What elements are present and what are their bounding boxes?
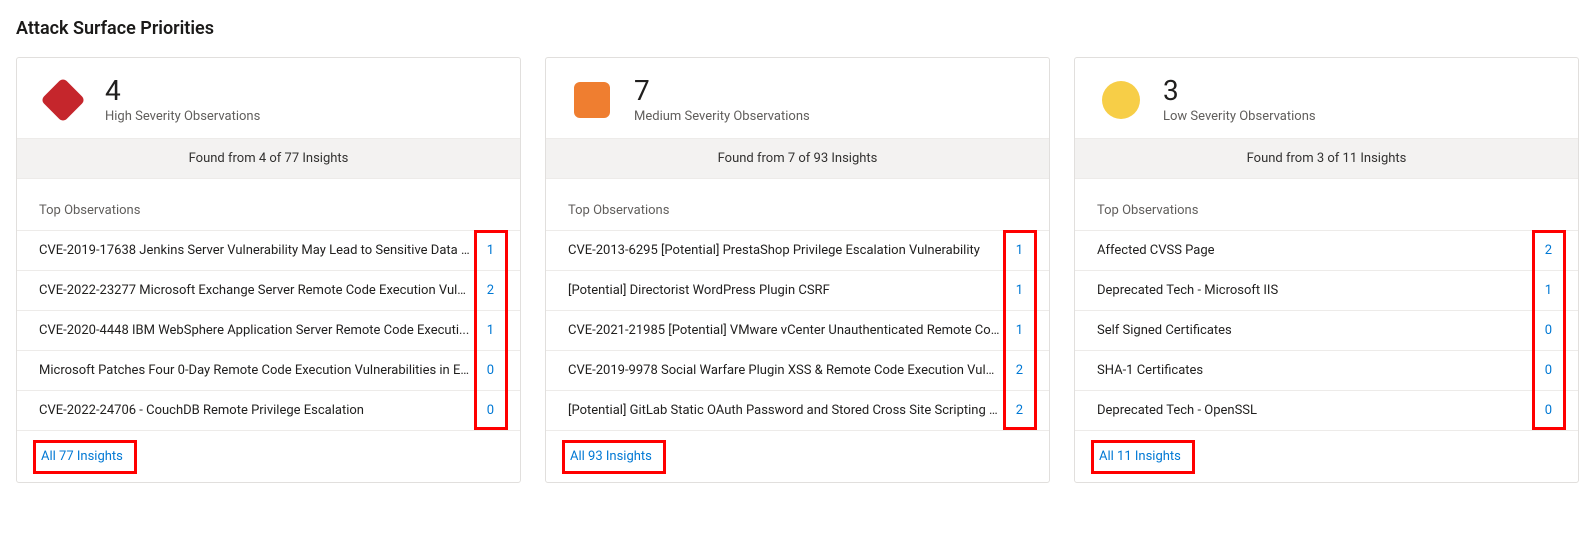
observation-row[interactable]: CVE-2019-9978 Social Warfare Plugin XSS … <box>546 350 1049 390</box>
observation-name: Microsoft Patches Four 0-Day Remote Code… <box>39 363 471 378</box>
observation-name: CVE-2022-24706 - CouchDB Remote Privileg… <box>39 403 471 418</box>
top-observations-label: Top Observations <box>17 179 520 230</box>
observation-row[interactable]: Affected CVSS Page 2 <box>1075 230 1578 270</box>
severity-label: High Severity Observations <box>105 109 260 124</box>
observation-count-link[interactable]: 0 <box>1541 363 1556 378</box>
observations-list: Affected CVSS Page 2 Deprecated Tech - M… <box>1075 230 1578 430</box>
medium-severity-icon <box>570 78 614 122</box>
low-severity-card: 3 Low Severity Observations Found from 3… <box>1074 57 1579 483</box>
section-title: Attack Surface Priorities <box>16 18 1579 39</box>
card-footer: All 11 Insights <box>1075 430 1578 482</box>
observation-row[interactable]: Deprecated Tech - OpenSSL 0 <box>1075 390 1578 430</box>
high-severity-card: 4 High Severity Observations Found from … <box>16 57 521 483</box>
observation-count-link[interactable]: 1 <box>1012 243 1027 258</box>
observation-row[interactable]: Deprecated Tech - Microsoft IIS 1 <box>1075 270 1578 310</box>
observation-count-link[interactable]: 2 <box>483 283 498 298</box>
attack-surface-priorities-section: Attack Surface Priorities 4 High Severit… <box>0 0 1595 503</box>
observation-name: SHA-1 Certificates <box>1097 363 1529 378</box>
observation-name: CVE-2019-17638 Jenkins Server Vulnerabil… <box>39 243 471 258</box>
medium-severity-card: 7 Medium Severity Observations Found fro… <box>545 57 1050 483</box>
found-from-bar: Found from 4 of 77 Insights <box>17 138 520 179</box>
observation-row[interactable]: CVE-2022-23277 Microsoft Exchange Server… <box>17 270 520 310</box>
observation-row[interactable]: [Potential] Directorist WordPress Plugin… <box>546 270 1049 310</box>
observation-name: Affected CVSS Page <box>1097 243 1529 258</box>
high-severity-icon <box>41 78 85 122</box>
observation-name: Deprecated Tech - Microsoft IIS <box>1097 283 1529 298</box>
observation-row[interactable]: CVE-2013-6295 [Potential] PrestaShop Pri… <box>546 230 1049 270</box>
top-observations-label: Top Observations <box>1075 179 1578 230</box>
observation-name: Deprecated Tech - OpenSSL <box>1097 403 1529 418</box>
card-footer: All 77 Insights <box>17 430 520 482</box>
observation-count-link[interactable]: 0 <box>1541 403 1556 418</box>
low-severity-icon <box>1099 78 1143 122</box>
card-footer: All 93 Insights <box>546 430 1049 482</box>
observation-row[interactable]: CVE-2021-21985 [Potential] VMware vCente… <box>546 310 1049 350</box>
observations-list: CVE-2013-6295 [Potential] PrestaShop Pri… <box>546 230 1049 430</box>
all-insights-link[interactable]: All 77 Insights <box>39 447 125 466</box>
observation-row[interactable]: Self Signed Certificates 0 <box>1075 310 1578 350</box>
card-header: 4 High Severity Observations <box>17 58 520 138</box>
observation-name: [Potential] GitLab Static OAuth Password… <box>568 403 1000 418</box>
observation-count-link[interactable]: 1 <box>1012 283 1027 298</box>
observation-name: CVE-2013-6295 [Potential] PrestaShop Pri… <box>568 243 1000 258</box>
found-from-bar: Found from 7 of 93 Insights <box>546 138 1049 179</box>
observations-list: CVE-2019-17638 Jenkins Server Vulnerabil… <box>17 230 520 430</box>
observation-count-link[interactable]: 1 <box>1541 283 1556 298</box>
observation-row[interactable]: CVE-2020-4448 IBM WebSphere Application … <box>17 310 520 350</box>
observation-count-link[interactable]: 2 <box>1012 363 1027 378</box>
severity-meta: 7 Medium Severity Observations <box>634 76 810 124</box>
observation-name: CVE-2020-4448 IBM WebSphere Application … <box>39 323 471 338</box>
observation-name: [Potential] Directorist WordPress Plugin… <box>568 283 1000 298</box>
severity-meta: 3 Low Severity Observations <box>1163 76 1316 124</box>
all-insights-link[interactable]: All 11 Insights <box>1097 447 1183 466</box>
observation-row[interactable]: CVE-2022-24706 - CouchDB Remote Privileg… <box>17 390 520 430</box>
observation-name: CVE-2021-21985 [Potential] VMware vCente… <box>568 323 1000 338</box>
observation-row[interactable]: Microsoft Patches Four 0-Day Remote Code… <box>17 350 520 390</box>
observation-name: CVE-2022-23277 Microsoft Exchange Server… <box>39 283 471 298</box>
severity-label: Low Severity Observations <box>1163 109 1316 124</box>
severity-meta: 4 High Severity Observations <box>105 76 260 124</box>
severity-label: Medium Severity Observations <box>634 109 810 124</box>
card-header: 3 Low Severity Observations <box>1075 58 1578 138</box>
observation-row[interactable]: [Potential] GitLab Static OAuth Password… <box>546 390 1049 430</box>
found-from-bar: Found from 3 of 11 Insights <box>1075 138 1578 179</box>
observation-name: CVE-2019-9978 Social Warfare Plugin XSS … <box>568 363 1000 378</box>
observation-name: Self Signed Certificates <box>1097 323 1529 338</box>
observation-count-link[interactable]: 1 <box>483 243 498 258</box>
priority-cards-row: 4 High Severity Observations Found from … <box>16 57 1579 483</box>
observation-count-link[interactable]: 0 <box>483 403 498 418</box>
severity-count: 3 <box>1163 76 1316 107</box>
observation-count-link[interactable]: 1 <box>1012 323 1027 338</box>
all-insights-link[interactable]: All 93 Insights <box>568 447 654 466</box>
observation-count-link[interactable]: 0 <box>483 363 498 378</box>
observation-count-link[interactable]: 1 <box>483 323 498 338</box>
observation-count-link[interactable]: 2 <box>1541 243 1556 258</box>
observation-row[interactable]: CVE-2019-17638 Jenkins Server Vulnerabil… <box>17 230 520 270</box>
severity-count: 7 <box>634 76 810 107</box>
top-observations-label: Top Observations <box>546 179 1049 230</box>
observation-count-link[interactable]: 2 <box>1012 403 1027 418</box>
observation-count-link[interactable]: 0 <box>1541 323 1556 338</box>
card-header: 7 Medium Severity Observations <box>546 58 1049 138</box>
observation-row[interactable]: SHA-1 Certificates 0 <box>1075 350 1578 390</box>
severity-count: 4 <box>105 76 260 107</box>
